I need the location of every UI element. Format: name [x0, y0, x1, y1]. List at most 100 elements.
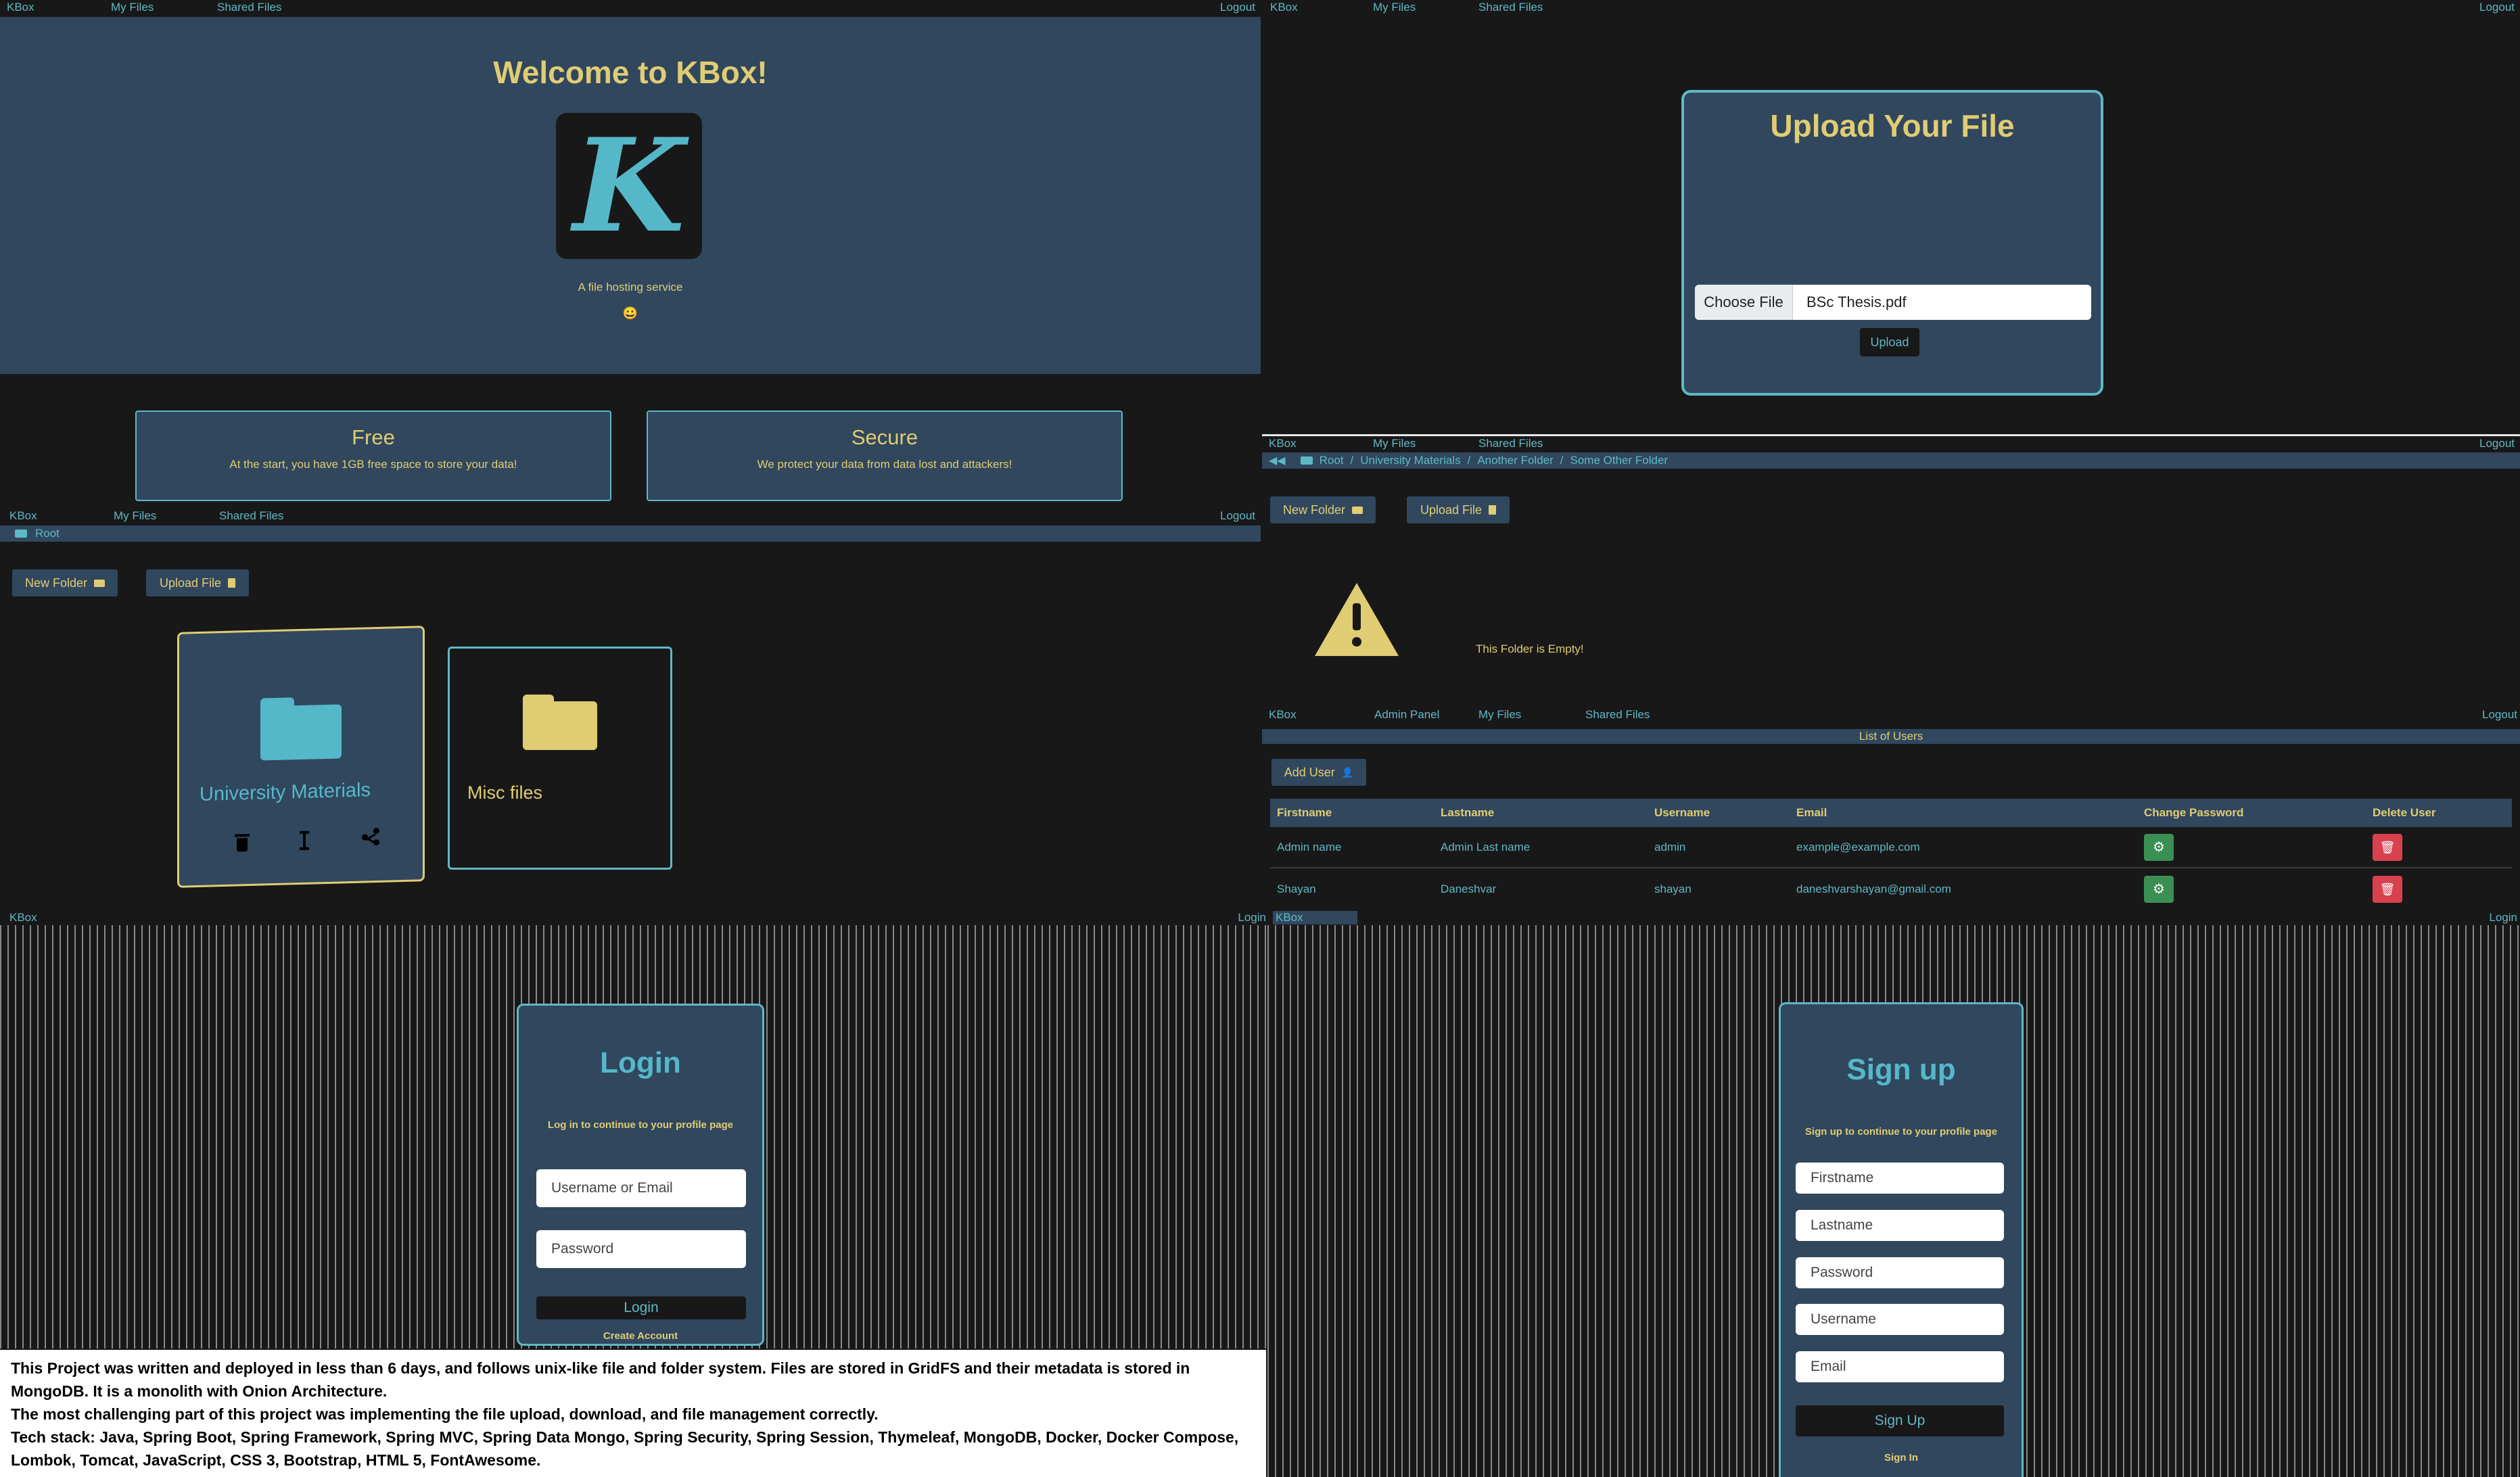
- signup-panel: KBox Login Sign up Sign up to continue t…: [1267, 910, 2520, 1477]
- nav-brand[interactable]: KBox: [1269, 437, 1297, 450]
- new-folder-button[interactable]: New Folder: [1270, 496, 1376, 523]
- breadcrumb-separator: /: [1467, 454, 1471, 467]
- upload-button[interactable]: Upload: [1860, 328, 1919, 356]
- nav-brand[interactable]: KBox: [7, 1, 34, 14]
- login-button[interactable]: Login: [536, 1296, 746, 1319]
- tagline: A file hosting service: [578, 281, 683, 294]
- breadcrumb-item[interactable]: Some Other Folder: [1570, 454, 1669, 467]
- create-account-link[interactable]: Create Account: [519, 1330, 762, 1342]
- new-folder-label: New Folder: [24, 576, 88, 590]
- breadcrumb: Root: [0, 525, 1261, 542]
- nav-logout[interactable]: Logout: [2479, 437, 2515, 450]
- upload-file-label: Upload File: [1420, 502, 1483, 517]
- breadcrumb-root[interactable]: Root: [35, 527, 60, 540]
- add-user-button[interactable]: Add User 👤: [1271, 759, 1366, 786]
- folder-card-misc[interactable]: Misc files: [448, 647, 672, 870]
- cell-lastname: Admin Last name: [1441, 840, 1531, 853]
- signup-navbar: KBox Login: [1267, 910, 2520, 925]
- firstname-input[interactable]: Firstname: [1796, 1163, 2004, 1194]
- nav-logout[interactable]: Logout: [2479, 1, 2515, 14]
- welcome-title: Welcome to KBox!: [493, 55, 768, 90]
- nav-brand[interactable]: KBox: [1270, 1, 1298, 14]
- col-lastname: Lastname: [1441, 806, 1495, 819]
- signup-button[interactable]: Sign Up: [1796, 1405, 2004, 1436]
- folder-icon: [260, 696, 342, 761]
- nav-shared-files[interactable]: Shared Files: [1478, 437, 1543, 450]
- hero-section: Welcome to KBox! K A file hosting servic…: [0, 17, 1261, 374]
- login-title: Login: [600, 1046, 681, 1079]
- nav-brand[interactable]: KBox: [9, 509, 37, 523]
- breadcrumb-item[interactable]: University Materials: [1360, 454, 1460, 467]
- nav-brand[interactable]: KBox: [1273, 911, 1357, 924]
- empty-folder-panel: KBox My Files Shared Files Logout ◀◀ Roo…: [1262, 434, 2520, 709]
- username-input[interactable]: Username: [1796, 1304, 2004, 1335]
- nav-brand[interactable]: KBox: [9, 911, 37, 924]
- nav-logout[interactable]: Logout: [1220, 509, 1255, 523]
- home-panel: KBox My Files Shared Files Logout Welcom…: [0, 0, 1261, 507]
- upload-file-button[interactable]: Upload File: [146, 569, 249, 596]
- col-firstname: Firstname: [1277, 806, 1332, 819]
- nav-my-files[interactable]: My Files: [1373, 437, 1416, 450]
- nav-login[interactable]: Login: [2489, 911, 2517, 924]
- feature-title: Free: [352, 425, 395, 449]
- upload-card: Upload Your File Choose File BSc Thesis.…: [1681, 90, 2103, 396]
- share-icon[interactable]: [362, 827, 379, 846]
- email-input[interactable]: Email: [1796, 1351, 2004, 1382]
- breadcrumb-item[interactable]: Another Folder: [1477, 454, 1553, 467]
- logo-letter: K: [573, 110, 685, 261]
- upload-file-button[interactable]: Upload File: [1407, 496, 1510, 523]
- folder-open-icon: [1300, 456, 1313, 465]
- folder-name: University Materials: [200, 779, 371, 805]
- nav-my-files[interactable]: My Files: [1478, 708, 1521, 722]
- project-description: This Project was written and deployed in…: [0, 1350, 1266, 1477]
- empty-message: This Folder is Empty!: [1476, 642, 1584, 655]
- selected-file-name: BSc Thesis.pdf: [1806, 294, 1907, 310]
- new-folder-button[interactable]: New Folder: [12, 569, 118, 596]
- nav-shared-files[interactable]: Shared Files: [1478, 1, 1543, 14]
- trash-icon[interactable]: 🗑: [2373, 875, 2402, 903]
- signin-link[interactable]: Sign In: [1781, 1452, 2022, 1463]
- breadcrumb-item[interactable]: Root: [1320, 454, 1344, 467]
- nav-login[interactable]: Login: [1238, 911, 1266, 924]
- col-change-password: Change Password: [2144, 806, 2244, 819]
- nav-logout[interactable]: Logout: [1220, 1, 1255, 14]
- nav-my-files[interactable]: My Files: [114, 509, 156, 523]
- folder-plus-icon: [94, 579, 106, 587]
- cell-lastname: Daneshvar: [1441, 882, 1497, 895]
- choose-file-button[interactable]: Choose File: [1695, 285, 1793, 320]
- rename-icon[interactable]: [300, 830, 309, 851]
- cell-change-password: ⚙: [2143, 868, 2372, 909]
- nav-my-files[interactable]: My Files: [1373, 1, 1416, 14]
- cell-email: daneshvarshayan@gmail.com: [1796, 882, 1951, 895]
- login-subtitle: Log in to continue to your profile page: [547, 1119, 734, 1131]
- nav-brand[interactable]: KBox: [1269, 708, 1297, 722]
- nav-my-files[interactable]: My Files: [111, 1, 154, 14]
- folder-card-university[interactable]: University Materials: [177, 626, 425, 888]
- username-input[interactable]: Username or Email: [536, 1169, 746, 1207]
- trash-icon[interactable]: [235, 833, 250, 852]
- file-icon: [1489, 505, 1497, 515]
- nav-logout[interactable]: Logout: [2482, 708, 2517, 722]
- nav-admin-panel[interactable]: Admin Panel: [1374, 708, 1439, 722]
- nav-shared-files[interactable]: Shared Files: [217, 1, 281, 14]
- gear-icon[interactable]: ⚙: [2144, 833, 2174, 861]
- feature-text: At the start, you have 1GB free space to…: [229, 458, 517, 471]
- password-input[interactable]: Password: [536, 1230, 746, 1268]
- warning-icon: [1315, 583, 1399, 656]
- col-delete-user: Delete User: [2373, 806, 2436, 819]
- back-icon[interactable]: ◀◀: [1269, 454, 1286, 467]
- file-input[interactable]: Choose File BSc Thesis.pdf: [1695, 285, 2091, 320]
- trash-icon[interactable]: 🗑: [2373, 833, 2402, 861]
- gear-icon[interactable]: ⚙: [2144, 875, 2174, 903]
- cell-change-password: ⚙: [2143, 827, 2372, 868]
- description-line: Tech stack: Java, Spring Boot, Spring Fr…: [11, 1428, 1239, 1469]
- nav-shared-files[interactable]: Shared Files: [1585, 708, 1650, 722]
- folder-open-icon: [15, 530, 27, 538]
- password-input[interactable]: Password: [1796, 1257, 2004, 1288]
- users-table: Firstname Lastname Username Email Change…: [1270, 799, 2512, 909]
- lastname-input[interactable]: Lastname: [1796, 1210, 2004, 1241]
- signup-card: Sign up Sign up to continue to your prof…: [1779, 1002, 2024, 1477]
- admin-navbar: KBox Admin Panel My Files Shared Files L…: [1262, 707, 2520, 722]
- cell-username: admin: [1654, 840, 1686, 853]
- nav-shared-files[interactable]: Shared Files: [219, 509, 283, 523]
